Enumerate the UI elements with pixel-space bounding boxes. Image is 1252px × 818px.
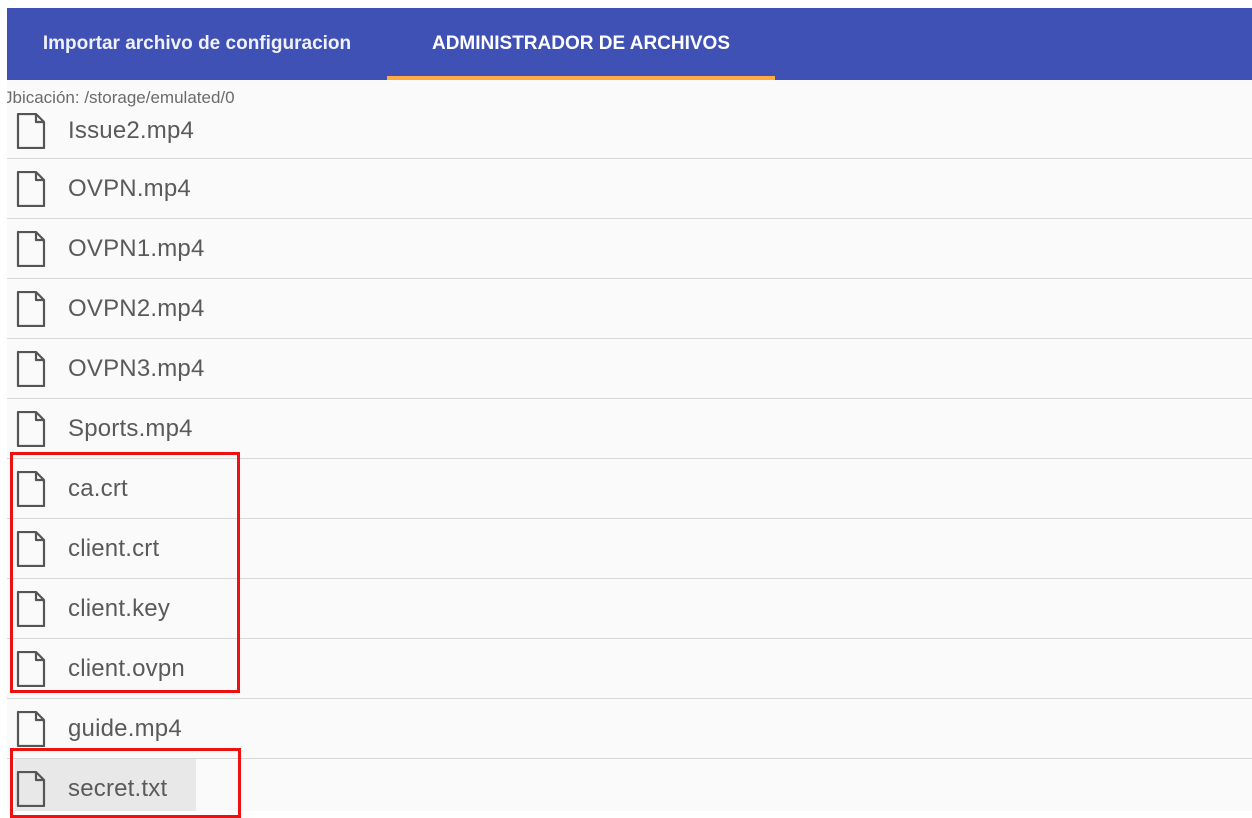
file-name: Issue2.mp4 bbox=[68, 116, 195, 144]
file-icon bbox=[16, 470, 46, 507]
file-row-client-ovpn[interactable]: client.ovpn bbox=[7, 639, 1252, 699]
file-icon bbox=[16, 410, 46, 447]
file-icon bbox=[16, 290, 46, 327]
file-name: ca.crt bbox=[68, 474, 128, 502]
file-row-sports[interactable]: Sports.mp4 bbox=[7, 399, 1252, 459]
tab-file-manager[interactable]: ADMINISTRADOR DE ARCHIVOS bbox=[387, 8, 775, 80]
file-list: Issue2.mp4 OVPN.mp4 OVPN1.mp4 OVPN2.mp4 … bbox=[7, 108, 1252, 811]
tab-bar: Importar archivo de configuracion ADMINI… bbox=[7, 8, 1252, 80]
file-icon bbox=[16, 170, 46, 207]
file-name: OVPN.mp4 bbox=[68, 174, 191, 202]
file-row-secret[interactable]: secret.txt bbox=[7, 759, 1252, 811]
location-label: Jbicación: /storage/emulated/0 bbox=[7, 88, 235, 107]
file-row-ovpn[interactable]: OVPN.mp4 bbox=[7, 159, 1252, 219]
file-name: OVPN3.mp4 bbox=[68, 354, 205, 382]
file-name: guide.mp4 bbox=[68, 714, 182, 742]
file-row-ovpn2[interactable]: OVPN2.mp4 bbox=[7, 279, 1252, 339]
file-name: client.ovpn bbox=[68, 654, 185, 682]
file-icon bbox=[16, 650, 46, 687]
file-name: OVPN1.mp4 bbox=[68, 234, 205, 262]
file-icon bbox=[16, 710, 46, 747]
active-tab-indicator bbox=[387, 76, 775, 80]
file-name: secret.txt bbox=[68, 774, 168, 802]
file-row-client-key[interactable]: client.key bbox=[7, 579, 1252, 639]
file-row-guide[interactable]: guide.mp4 bbox=[7, 699, 1252, 759]
file-row-ca-crt[interactable]: ca.crt bbox=[7, 459, 1252, 519]
file-icon bbox=[16, 230, 46, 267]
file-name: Sports.mp4 bbox=[68, 414, 193, 442]
file-icon bbox=[16, 350, 46, 387]
file-name: client.crt bbox=[68, 534, 160, 562]
file-row-ovpn1[interactable]: OVPN1.mp4 bbox=[7, 219, 1252, 279]
file-icon bbox=[16, 530, 46, 567]
file-row-ovpn3[interactable]: OVPN3.mp4 bbox=[7, 339, 1252, 399]
file-icon bbox=[16, 770, 46, 807]
file-row-issue2[interactable]: Issue2.mp4 bbox=[7, 108, 1252, 159]
file-row-client-crt[interactable]: client.crt bbox=[7, 519, 1252, 579]
tab-import-config[interactable]: Importar archivo de configuracion bbox=[7, 8, 387, 80]
file-icon bbox=[16, 112, 46, 149]
file-icon bbox=[16, 590, 46, 627]
file-name: OVPN2.mp4 bbox=[68, 294, 205, 322]
file-name: client.key bbox=[68, 594, 171, 622]
tab-file-manager-label: ADMINISTRADOR DE ARCHIVOS bbox=[431, 33, 731, 54]
file-manager-app: Importar archivo de configuracion ADMINI… bbox=[7, 8, 1252, 811]
